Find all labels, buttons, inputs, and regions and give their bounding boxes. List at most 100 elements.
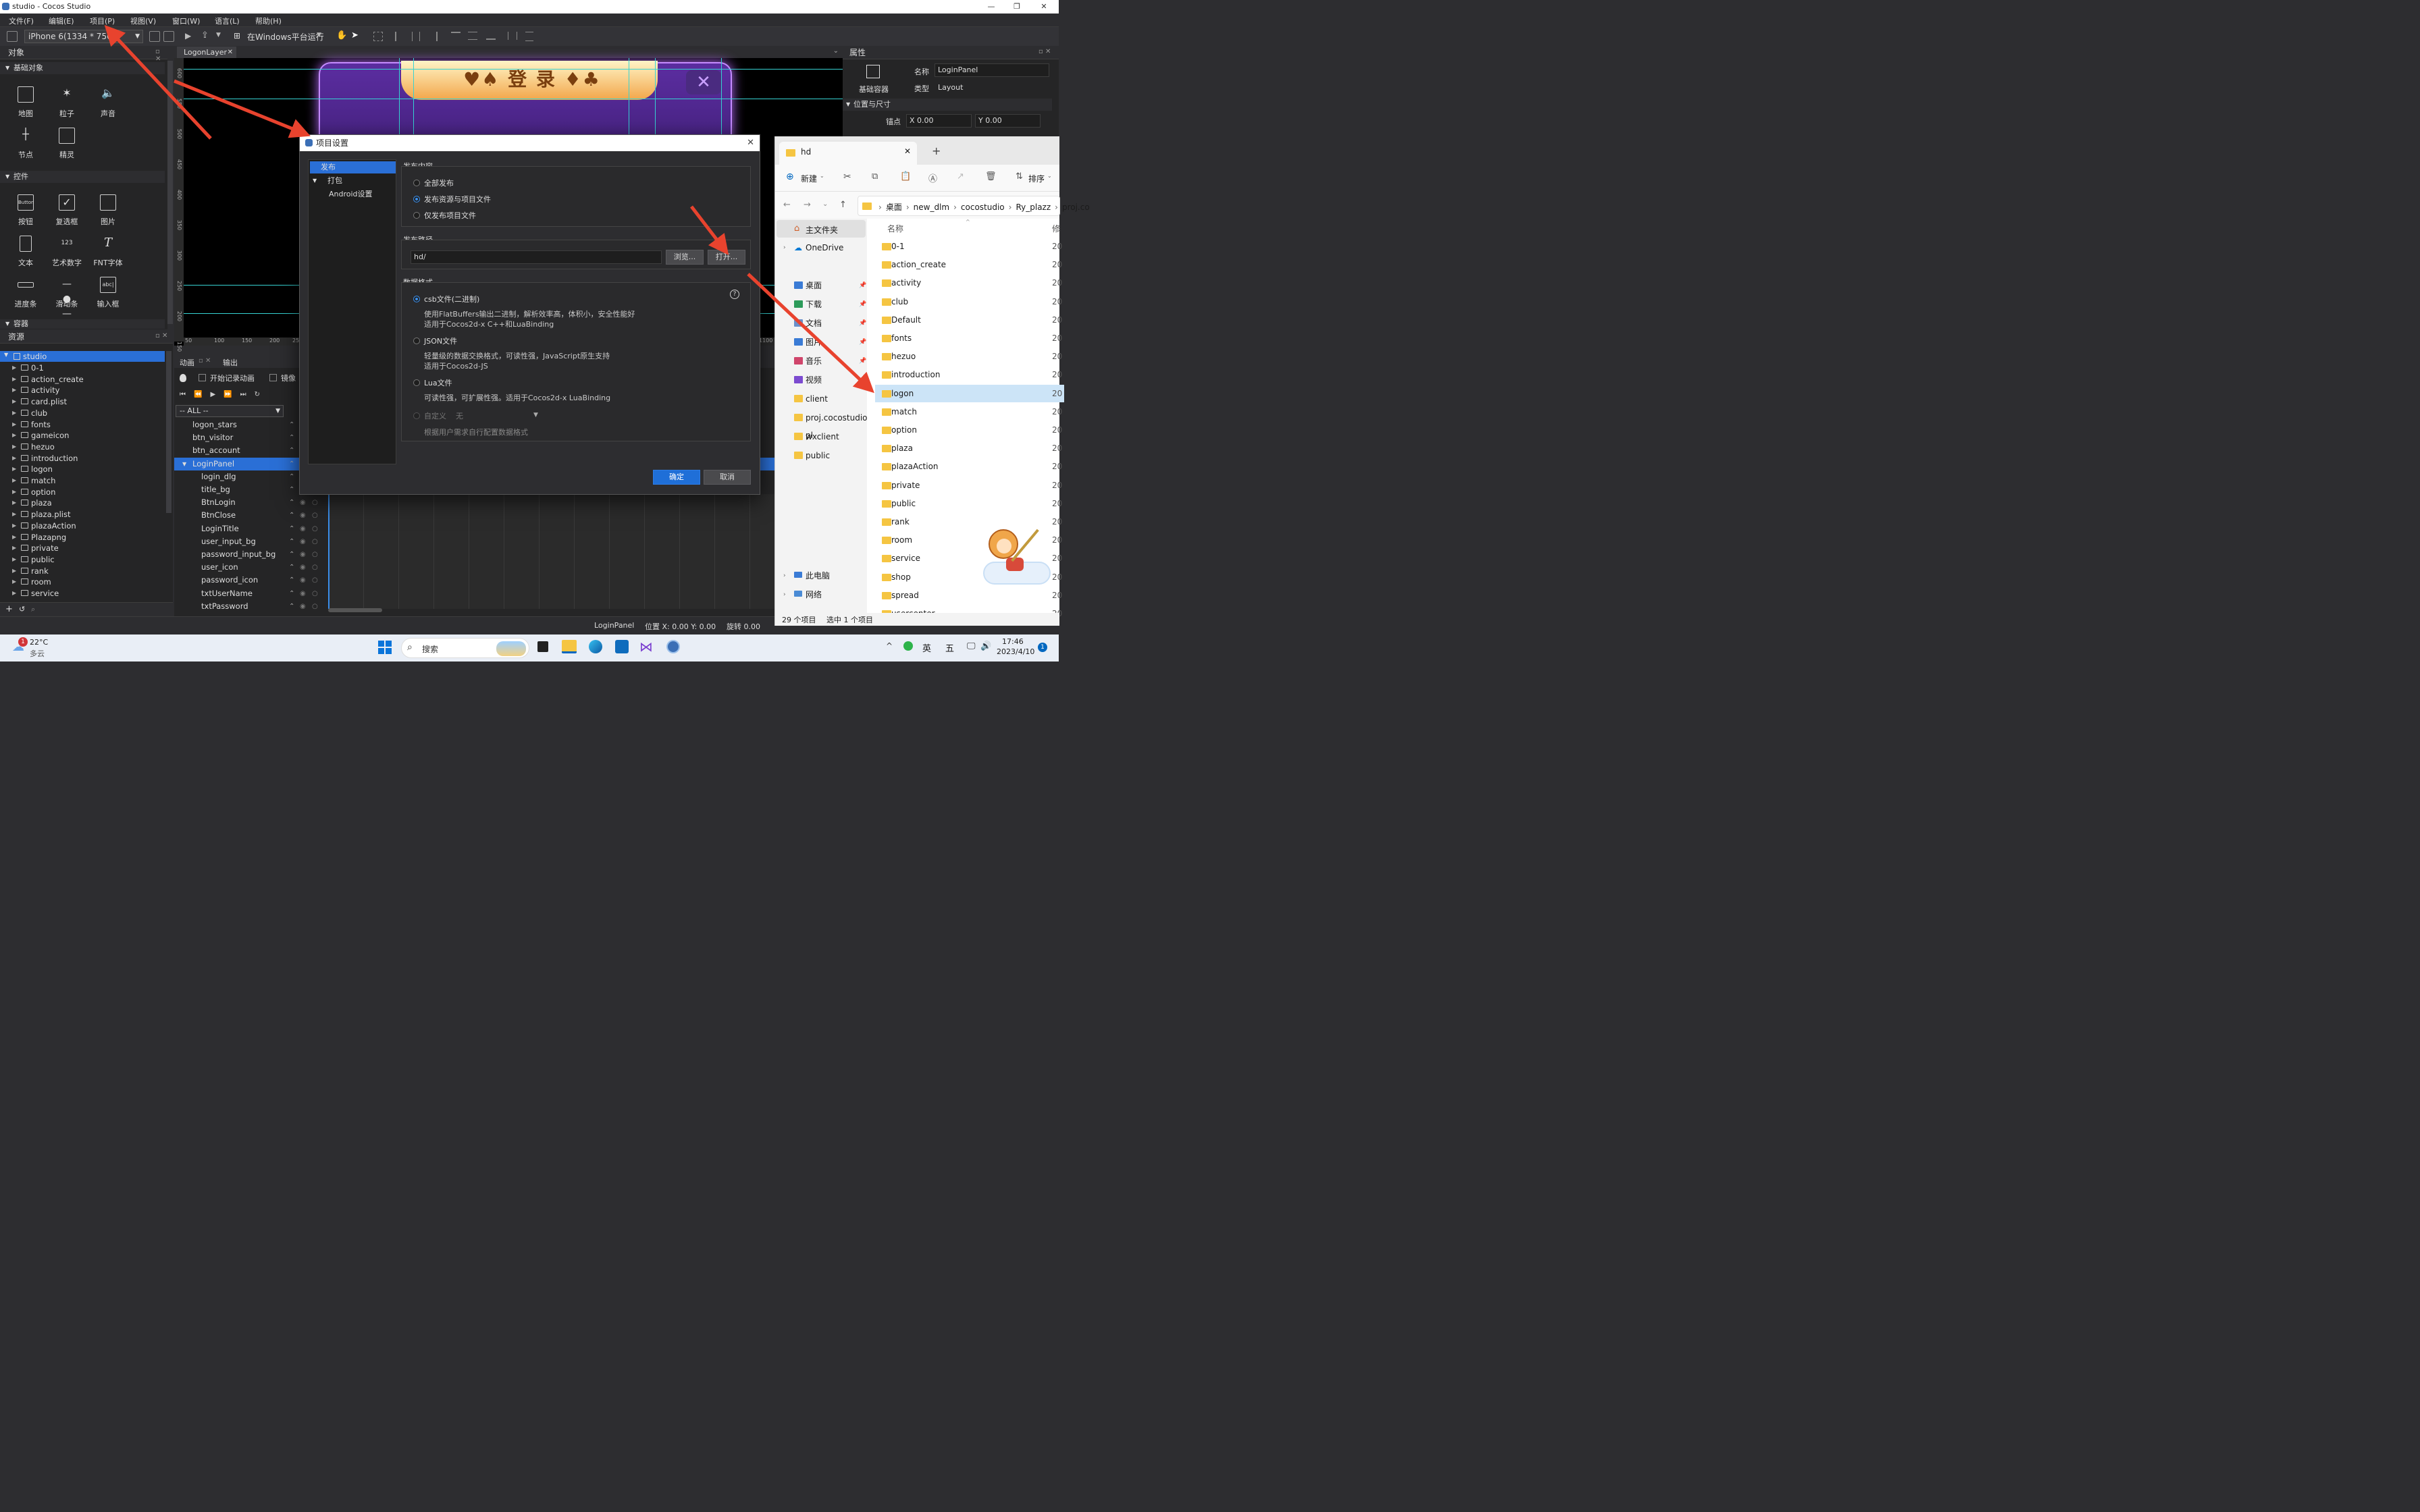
device-select[interactable]: iPhone 6(1334 * 750) ▼ [24,30,143,43]
chevron-up-icon[interactable]: ⌃ [289,483,294,496]
tree-item[interactable]: ▶ service [0,588,165,599]
eye-icon[interactable]: ◉ [300,509,306,522]
chevron-up-icon[interactable]: ⌃ [289,561,294,574]
eye-icon[interactable]: ◉ [300,535,306,548]
folder-row[interactable]: action_create 20 [875,256,1064,273]
chevron-right-icon[interactable]: ▶ [12,441,16,452]
folder-row[interactable]: logon 20 [875,384,1064,402]
chevron-down-icon[interactable]: ⌄ [1047,173,1052,179]
add-icon[interactable]: + [5,604,13,614]
chevron-up-icon[interactable]: ⌃ [289,535,294,548]
eye-icon[interactable]: ◉ [300,587,306,600]
folder-row[interactable]: introduction 20 [875,366,1064,383]
hand-icon[interactable]: ✋ [336,30,347,40]
node-row[interactable]: BtnClose ⌃ ◉ ○ [174,509,318,522]
align-bottom-icon[interactable] [486,32,496,40]
tree-item[interactable]: ▶ Plazapng [0,532,165,543]
close-icon[interactable]: ✕ [228,47,233,58]
radio-publish-all[interactable] [413,180,420,186]
tool-text[interactable]: 文本 [5,236,46,268]
cancel-button[interactable]: 取消 [704,470,751,485]
close-icon[interactable]: ✕ [1032,0,1056,14]
tree-item[interactable]: ▶ public [0,554,165,565]
record-icon[interactable] [180,374,186,382]
tree-item[interactable]: ▶ logon [0,464,165,475]
align-right-icon[interactable] [429,32,438,41]
chevron-up-icon[interactable]: ⌃ [289,587,294,600]
minimize-icon[interactable]: — [979,0,1003,14]
folder-row[interactable]: fonts 20 [875,329,1064,347]
node-row[interactable]: txtUserName ⌃ ◉ ○ [174,587,318,600]
chevron-up-icon[interactable]: ⌃ [289,548,294,561]
record-checkbox[interactable] [199,374,206,381]
task-view-icon[interactable] [537,641,548,652]
tray-app-icon[interactable] [903,641,913,651]
panel-pin-icon[interactable]: ▫ ✕ [1038,48,1051,55]
tool-sprite[interactable]: 精灵 [47,128,87,160]
folder-row[interactable]: activity 20 [875,274,1064,292]
breadcrumb-item[interactable]: 桌面 [886,202,902,212]
menu-file[interactable]: 文件(F) [9,16,34,26]
tool-slider[interactable]: —●— 滑动条 [47,277,87,319]
chevron-right-icon[interactable]: ▶ [12,385,16,396]
node-row[interactable]: password_icon ⌃ ◉ ○ [174,574,318,587]
node-row[interactable]: BtnLogin ⌃ ◉ ○ [174,496,318,509]
run-platform-button[interactable]: 在Windows平台运行 [247,31,324,43]
folder-row[interactable]: plaza 20 [875,439,1064,457]
chevron-right-icon[interactable]: ▶ [12,520,16,531]
tool-map[interactable]: 地图 [5,86,46,119]
radio-lua[interactable] [413,379,420,386]
refresh-icon[interactable]: ↺ [19,605,25,614]
chevron-right-icon[interactable]: ▶ [12,588,16,599]
radio-csb[interactable] [413,296,420,302]
search-icon[interactable]: ⌕ [31,605,35,614]
align-center-icon[interactable] [412,32,420,41]
lock-icon[interactable]: ○ [312,535,318,548]
tree-item[interactable]: ▶ private [0,543,165,554]
tool-input[interactable]: abc| 输入框 [88,277,128,309]
breadcrumb[interactable]: › 桌面 › new_dlm › cocostudio › Ry_plazz › proj.co [858,196,1090,216]
node-row[interactable]: user_input_bg ⌃ ◉ ○ [174,535,318,548]
nav-quick-item[interactable]: 音乐 📌 [775,352,867,370]
lock-icon[interactable]: ○ [312,600,318,613]
chevron-right-icon[interactable]: ▶ [12,374,16,385]
play-icon[interactable]: ▶ [185,31,191,40]
eye-icon[interactable]: ◉ [300,548,306,561]
distribute-v-icon[interactable] [525,32,533,41]
chevron-right-icon[interactable]: ▶ [12,554,16,565]
node-row[interactable]: logon_stars ⌃ [174,418,296,431]
up-icon[interactable]: ↑ [839,200,847,210]
controls-section[interactable]: ▼ 控件 [0,171,165,183]
nav-quick-item[interactable]: 文档 📌 [775,315,867,332]
breadcrumb-item[interactable]: Ry_plazz [1016,202,1051,212]
nav-publish[interactable]: 发布 [310,161,396,173]
nav-quick-item[interactable]: 下载 📌 [775,296,867,313]
breadcrumb-item[interactable]: cocostudio [961,202,1005,212]
landscape-icon[interactable] [149,31,160,42]
tool-particle[interactable]: ✶ 粒子 [47,86,87,119]
panel-pin-icon[interactable]: ▫ ✕ [155,332,167,340]
basic-objects-section[interactable]: ▼ 基础对象 [0,62,165,74]
back-icon[interactable]: ← [783,200,791,210]
chevron-up-icon[interactable]: ⌃ [289,444,294,457]
node-row[interactable]: login_dlg ⌃ [174,470,296,483]
chevron-down-icon[interactable]: ⌄ [822,200,828,208]
folder-row[interactable]: public 20 [875,495,1064,512]
node-row[interactable]: LoginTitle ⌃ ◉ ○ [174,522,318,535]
maximize-icon[interactable]: ❐ [1005,0,1029,14]
delete-icon[interactable]: 🗑 [985,171,997,182]
folder-row[interactable]: plazaAction 20 [875,458,1064,475]
browse-button[interactable]: 浏览... [666,250,704,265]
tab-logonlayer[interactable]: LogonLayer ✕ [177,47,236,58]
help-icon[interactable]: ? [730,290,739,299]
collapse-icon[interactable]: ▼ [182,458,186,470]
chevron-right-icon[interactable]: ▶ [12,396,16,407]
node-row[interactable]: password_input_bg ⌃ ◉ ○ [174,548,318,561]
portrait-icon[interactable] [163,31,174,42]
tab-animation[interactable]: 动画 [180,357,194,368]
eye-icon[interactable]: ◉ [300,561,306,574]
chevron-right-icon[interactable]: ▶ [12,453,16,464]
position-size-section[interactable]: ▼ 位置与尺寸 [843,99,1052,111]
close-icon[interactable]: ✕ [904,146,911,156]
lock-icon[interactable]: ○ [312,509,318,522]
